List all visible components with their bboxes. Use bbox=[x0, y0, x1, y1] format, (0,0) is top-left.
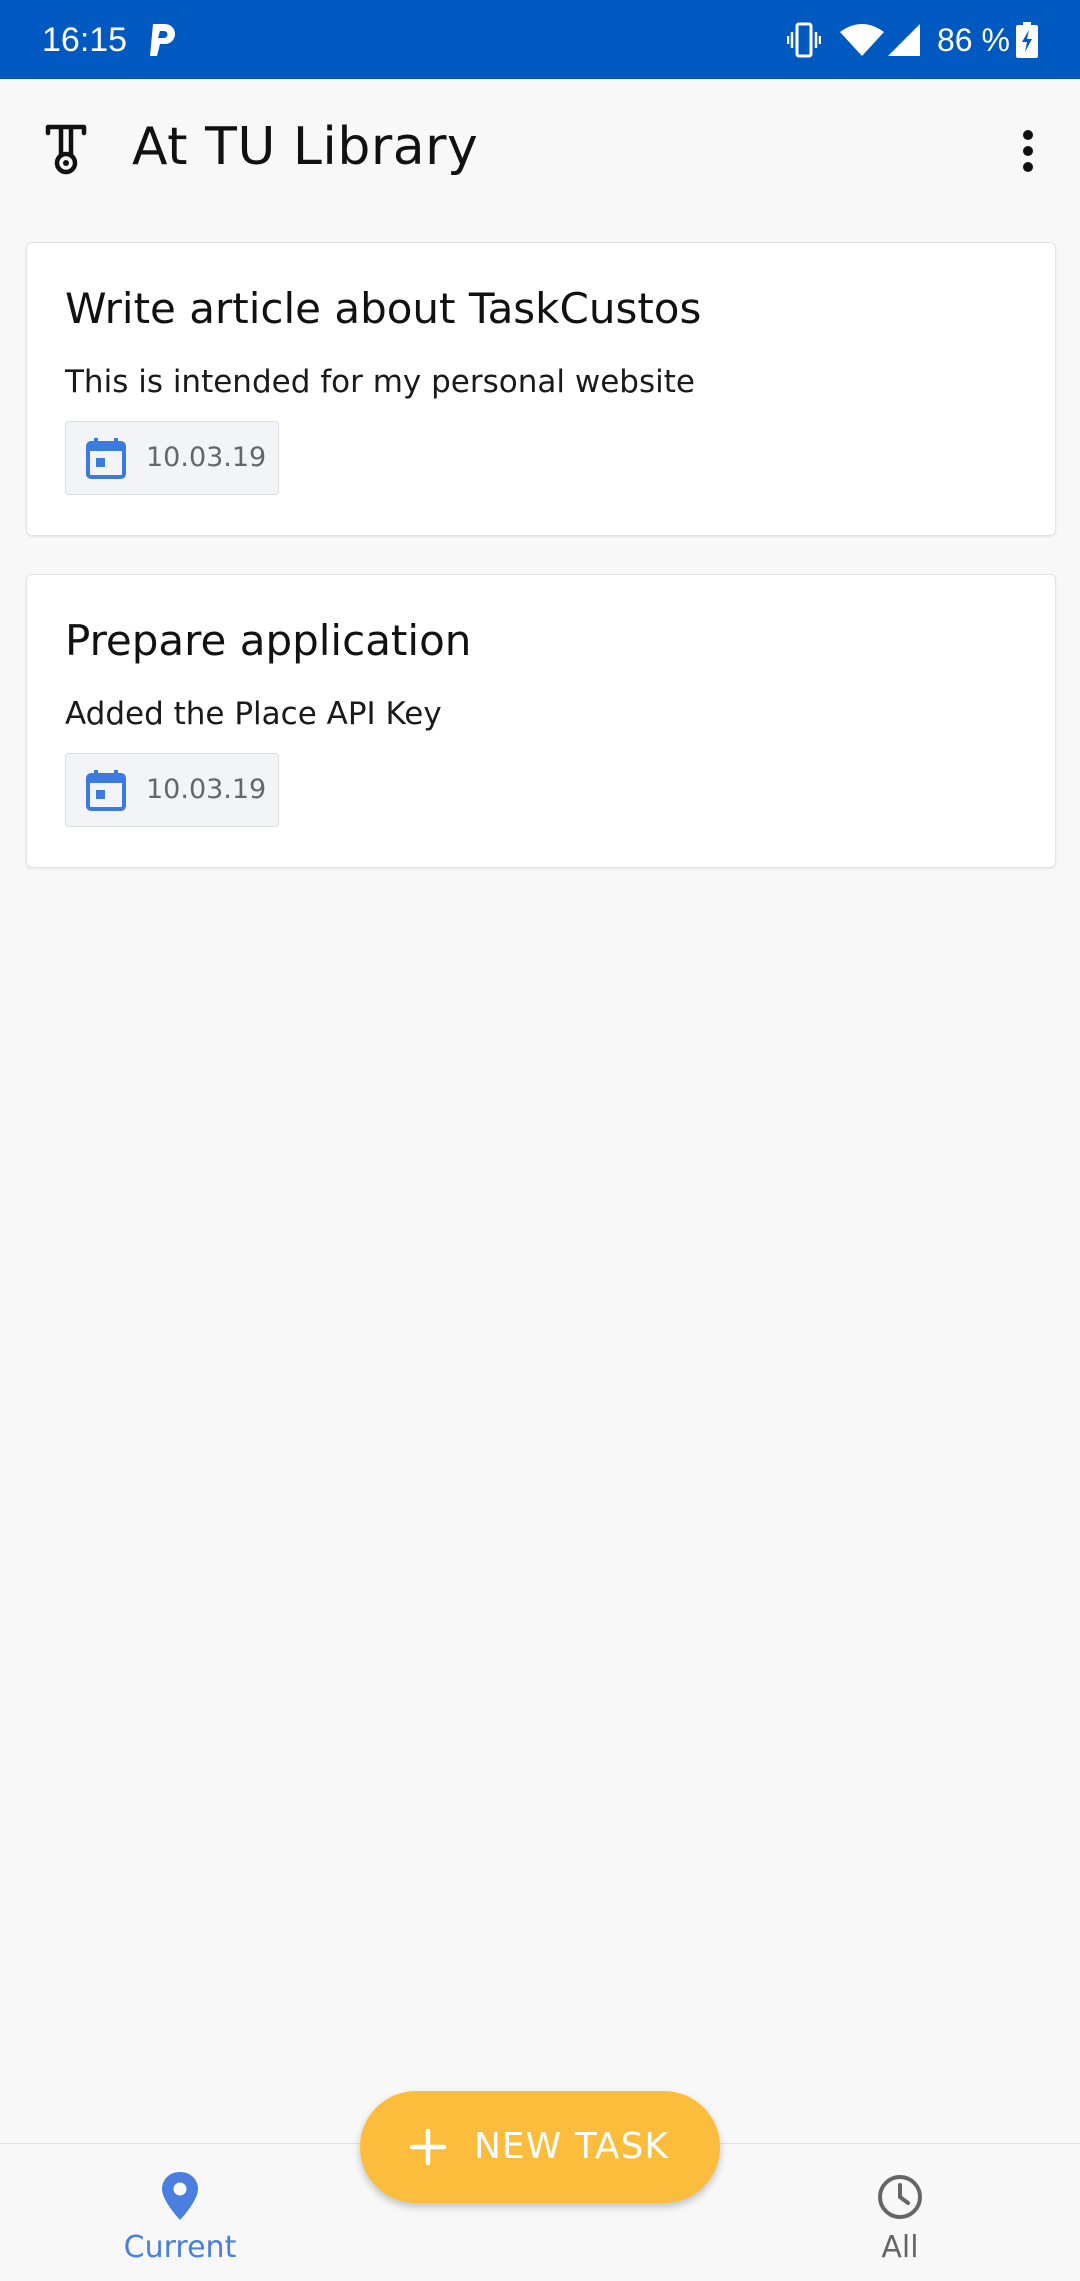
taskcustos-logo-icon bbox=[45, 124, 87, 175]
task-date: 10.03.19 bbox=[146, 774, 267, 805]
page-title: At TU Library bbox=[132, 117, 479, 177]
task-date: 10.03.19 bbox=[146, 442, 267, 473]
app-bar: At TU Library bbox=[0, 79, 1080, 215]
location-pin-icon bbox=[162, 2172, 198, 2220]
task-title: Prepare application bbox=[65, 616, 472, 665]
battery-charging-icon bbox=[1016, 22, 1038, 58]
battery-percentage: 86 % bbox=[937, 22, 1010, 58]
nav-label-current: Current bbox=[123, 2230, 237, 2265]
new-task-label: NEW TASK bbox=[474, 2126, 669, 2167]
calendar-icon bbox=[86, 770, 126, 811]
more-vert-icon[interactable] bbox=[1008, 121, 1048, 181]
status-time: 16:15 bbox=[42, 21, 128, 59]
nav-item-current[interactable]: Current bbox=[30, 2144, 330, 2281]
cell-signal-icon bbox=[888, 24, 920, 56]
task-description: Added the Place API Key bbox=[65, 696, 442, 732]
task-card[interactable]: Prepare application Added the Place API … bbox=[26, 574, 1056, 868]
new-task-button[interactable]: NEW TASK bbox=[360, 2091, 720, 2203]
plus-icon bbox=[409, 2128, 447, 2166]
task-date-chip[interactable]: 10.03.19 bbox=[65, 421, 279, 495]
task-title: Write article about TaskCustos bbox=[65, 284, 702, 333]
task-description: This is intended for my personal website bbox=[65, 364, 695, 400]
task-date-chip[interactable]: 10.03.19 bbox=[65, 753, 279, 827]
status-bar: 16:15 86 % bbox=[0, 0, 1080, 79]
wifi-icon bbox=[840, 24, 884, 56]
nav-label-all: All bbox=[881, 2230, 919, 2265]
calendar-icon bbox=[86, 438, 126, 479]
nav-item-all[interactable]: All bbox=[750, 2144, 1050, 2281]
task-card[interactable]: Write article about TaskCustos This is i… bbox=[26, 242, 1056, 536]
parking-p-icon bbox=[150, 24, 175, 56]
clock-icon bbox=[878, 2175, 922, 2219]
vibrate-icon bbox=[787, 22, 821, 58]
